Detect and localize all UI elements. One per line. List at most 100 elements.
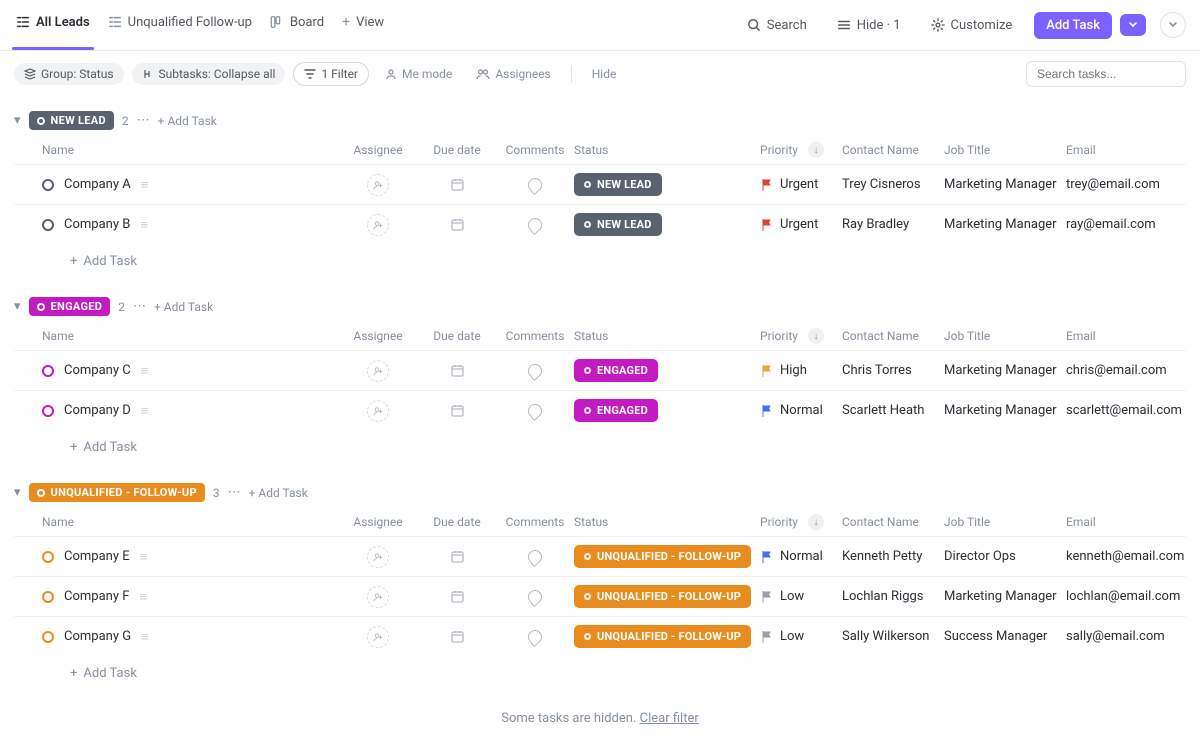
customize-button[interactable]: Customize: [923, 14, 1021, 37]
col-assignee[interactable]: Assignee: [338, 329, 418, 343]
priority-cell[interactable]: Normal: [760, 549, 842, 564]
add-task-dropdown[interactable]: [1120, 14, 1146, 36]
group-more-button[interactable]: ⋯: [137, 113, 150, 128]
col-due-date[interactable]: Due date: [418, 329, 496, 343]
due-date-button[interactable]: [418, 177, 496, 192]
collapse-group-button[interactable]: ▾: [14, 299, 21, 314]
job-title-cell[interactable]: Marketing Manager: [944, 177, 1066, 192]
drag-icon[interactable]: ≡: [141, 363, 149, 379]
collapse-group-button[interactable]: ▾: [14, 113, 21, 128]
assign-button[interactable]: [367, 174, 389, 196]
chip-group[interactable]: Group: Status: [14, 63, 124, 85]
col-status[interactable]: Status: [574, 515, 760, 529]
due-date-button[interactable]: [418, 403, 496, 418]
col-contact[interactable]: Contact Name: [842, 329, 944, 343]
clear-filter-link[interactable]: Clear filter: [640, 711, 699, 726]
col-priority[interactable]: Priority↓: [760, 328, 842, 344]
col-contact[interactable]: Contact Name: [842, 143, 944, 157]
group-more-button[interactable]: ⋯: [133, 299, 146, 314]
comments-button[interactable]: [528, 178, 542, 192]
col-priority[interactable]: Priority↓: [760, 514, 842, 530]
task-row[interactable]: Company A ≡ NEW LEAD Urgent Trey Cisnero…: [14, 164, 1186, 204]
email-cell[interactable]: scarlett@email.com: [1066, 403, 1186, 418]
group-status-pill[interactable]: NEW LEAD: [29, 111, 114, 130]
chip-me-mode[interactable]: Me mode: [377, 63, 460, 85]
col-email[interactable]: Email: [1066, 143, 1186, 157]
due-date-button[interactable]: [418, 549, 496, 564]
col-comments[interactable]: Comments: [496, 329, 574, 343]
assign-button[interactable]: [367, 586, 389, 608]
priority-cell[interactable]: Low: [760, 589, 842, 604]
status-badge[interactable]: NEW LEAD: [574, 213, 662, 236]
group-status-pill[interactable]: UNQUALIFIED - FOLLOW-UP: [29, 483, 205, 502]
priority-cell[interactable]: Urgent: [760, 217, 842, 232]
comments-button[interactable]: [528, 404, 542, 418]
col-due-date[interactable]: Due date: [418, 143, 496, 157]
collapse-group-button[interactable]: ▾: [14, 485, 21, 500]
status-ring-icon[interactable]: [42, 405, 54, 417]
col-job-title[interactable]: Job Title: [944, 515, 1066, 529]
status-badge[interactable]: UNQUALIFIED - FOLLOW-UP: [574, 625, 751, 648]
col-comments[interactable]: Comments: [496, 143, 574, 157]
col-email[interactable]: Email: [1066, 515, 1186, 529]
group-status-pill[interactable]: ENGAGED: [29, 297, 111, 316]
col-status[interactable]: Status: [574, 329, 760, 343]
search-button[interactable]: Search: [739, 14, 815, 37]
status-badge[interactable]: ENGAGED: [574, 399, 658, 422]
email-cell[interactable]: sally@email.com: [1066, 629, 1186, 644]
status-badge[interactable]: UNQUALIFIED - FOLLOW-UP: [574, 545, 751, 568]
tab-unqualified[interactable]: Unqualified Follow-up: [106, 9, 254, 42]
job-title-cell[interactable]: Director Ops: [944, 549, 1066, 564]
group-more-button[interactable]: ⋯: [228, 485, 241, 500]
priority-cell[interactable]: Urgent: [760, 177, 842, 192]
job-title-cell[interactable]: Success Manager: [944, 629, 1066, 644]
task-row[interactable]: Company D ≡ ENGAGED Normal Scarlett Heat…: [14, 390, 1186, 430]
comments-button[interactable]: [528, 550, 542, 564]
assign-button[interactable]: [367, 626, 389, 648]
email-cell[interactable]: ray@email.com: [1066, 217, 1186, 232]
assign-button[interactable]: [367, 546, 389, 568]
task-row[interactable]: Company C ≡ ENGAGED High Chris Torres Ma…: [14, 350, 1186, 390]
col-assignee[interactable]: Assignee: [338, 515, 418, 529]
contact-cell[interactable]: Scarlett Heath: [842, 403, 944, 418]
col-name[interactable]: Name: [42, 329, 338, 343]
email-cell[interactable]: lochlan@email.com: [1066, 589, 1186, 604]
status-ring-icon[interactable]: [42, 591, 54, 603]
col-job-title[interactable]: Job Title: [944, 329, 1066, 343]
search-tasks-input[interactable]: [1026, 61, 1186, 87]
chip-subtasks[interactable]: Subtasks: Collapse all: [132, 63, 286, 85]
drag-icon[interactable]: ≡: [141, 629, 149, 645]
task-row[interactable]: Company F ≡ UNQUALIFIED - FOLLOW-UP Low …: [14, 576, 1186, 616]
due-date-button[interactable]: [418, 589, 496, 604]
email-cell[interactable]: trey@email.com: [1066, 177, 1186, 192]
chip-assignees[interactable]: Assignees: [468, 63, 558, 85]
comments-button[interactable]: [528, 630, 542, 644]
status-badge[interactable]: UNQUALIFIED - FOLLOW-UP: [574, 585, 751, 608]
status-badge[interactable]: NEW LEAD: [574, 173, 662, 196]
group-add-task-button[interactable]: + Add Task: [249, 486, 308, 500]
drag-icon[interactable]: ≡: [140, 217, 148, 233]
task-row[interactable]: Company E ≡ UNQUALIFIED - FOLLOW-UP Norm…: [14, 536, 1186, 576]
col-name[interactable]: Name: [42, 143, 338, 157]
tab-view-add[interactable]: + View: [340, 8, 386, 42]
job-title-cell[interactable]: Marketing Manager: [944, 403, 1066, 418]
group-add-task-button[interactable]: + Add Task: [154, 300, 213, 314]
hide-link[interactable]: Hide: [584, 63, 625, 85]
col-assignee[interactable]: Assignee: [338, 143, 418, 157]
assign-button[interactable]: [367, 400, 389, 422]
col-due-date[interactable]: Due date: [418, 515, 496, 529]
contact-cell[interactable]: Lochlan Riggs: [842, 589, 944, 604]
task-row[interactable]: Company B ≡ NEW LEAD Urgent Ray Bradley …: [14, 204, 1186, 244]
status-ring-icon[interactable]: [42, 219, 54, 231]
col-email[interactable]: Email: [1066, 329, 1186, 343]
col-comments[interactable]: Comments: [496, 515, 574, 529]
drag-icon[interactable]: ≡: [141, 403, 149, 419]
sort-desc-icon[interactable]: ↓: [808, 142, 824, 158]
task-row[interactable]: Company G ≡ UNQUALIFIED - FOLLOW-UP Low …: [14, 616, 1186, 656]
priority-cell[interactable]: High: [760, 363, 842, 378]
add-task-row[interactable]: + Add Task: [14, 430, 1186, 469]
col-priority[interactable]: Priority↓: [760, 142, 842, 158]
status-badge[interactable]: ENGAGED: [574, 359, 658, 382]
status-ring-icon[interactable]: [42, 179, 54, 191]
assign-button[interactable]: [367, 214, 389, 236]
